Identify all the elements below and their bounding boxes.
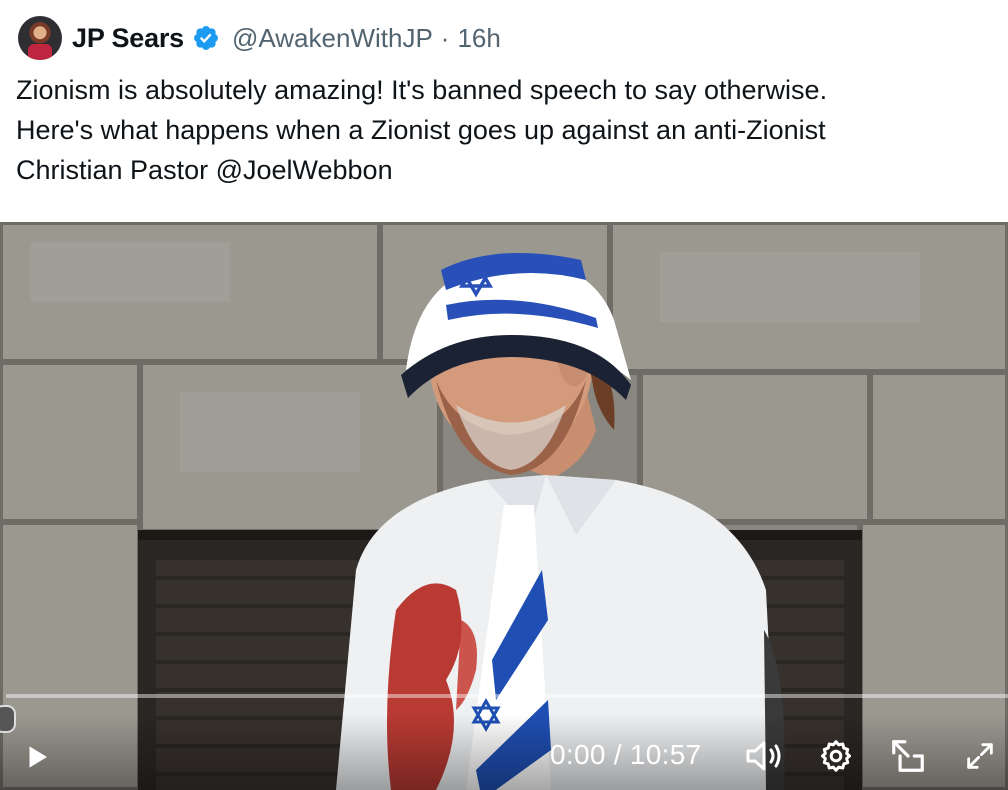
- separator-dot: ·: [440, 22, 450, 53]
- verified-badge-icon[interactable]: [192, 24, 220, 52]
- video-timecode: 0:00 / 10:57: [550, 739, 702, 770]
- tweet-text: Zionism is absolutely amazing! It's bann…: [16, 70, 991, 190]
- tweet-text-line: Christian Pastor @JoelWebbon: [16, 150, 991, 190]
- tweet-text-line: Here's what happens when a Zionist goes …: [16, 115, 826, 145]
- picture-in-picture-button[interactable]: [888, 736, 928, 776]
- play-icon: [29, 746, 47, 768]
- picture-in-picture-icon: [892, 740, 924, 772]
- settings-button[interactable]: [816, 736, 856, 776]
- scrubber-handle[interactable]: [0, 705, 16, 733]
- person-figure: [336, 252, 785, 790]
- play-button[interactable]: [20, 740, 54, 774]
- fullscreen-button[interactable]: [960, 736, 1000, 776]
- tweet-text-line: Zionism is absolutely amazing! It's bann…: [16, 75, 828, 105]
- author-handle[interactable]: @AwakenWithJP: [232, 23, 433, 54]
- video-controls-bar: [0, 714, 1008, 790]
- video-progress-bar[interactable]: [6, 694, 1008, 698]
- avatar[interactable]: [18, 16, 62, 60]
- gear-icon: [821, 740, 851, 772]
- video-player[interactable]: 0:00 / 10:57: [0, 222, 1008, 790]
- volume-button[interactable]: [742, 736, 786, 776]
- tweet-text-segment: Christian Pastor: [16, 155, 216, 185]
- volume-icon: [746, 741, 781, 771]
- mention-link[interactable]: @JoelWebbon: [216, 155, 393, 185]
- tweet-header: JP Sears @AwakenWithJP · 16h: [18, 14, 501, 62]
- fullscreen-icon: [967, 743, 993, 769]
- tweet-timestamp[interactable]: 16h: [457, 23, 500, 54]
- display-name[interactable]: JP Sears: [72, 23, 184, 54]
